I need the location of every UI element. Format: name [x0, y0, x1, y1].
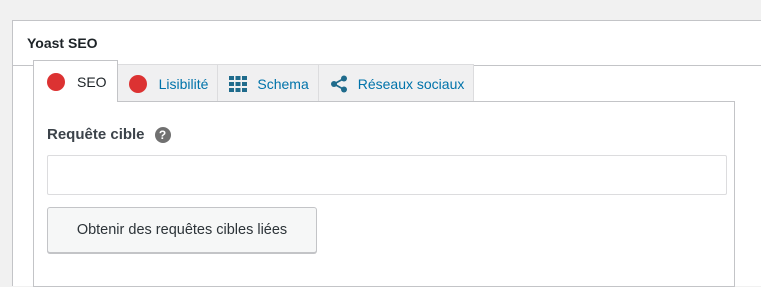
- metabox-title: Yoast SEO: [27, 35, 98, 51]
- focus-keyphrase-label: Requête cible: [47, 126, 145, 143]
- tab-seo[interactable]: SEO: [33, 60, 118, 102]
- tab-social-label: Réseaux sociaux: [357, 75, 465, 92]
- tab-schema-label: Schema: [257, 75, 309, 92]
- tab-seo-label: SEO: [77, 73, 107, 90]
- tab-readability-label: Lisibilité: [158, 75, 209, 92]
- seo-tab-panel: Requête cible ? Obtenir des requêtes cib…: [33, 101, 735, 287]
- question-mark-icon[interactable]: ?: [154, 126, 171, 143]
- red-dot-icon: [128, 74, 147, 93]
- red-dot-icon: [47, 72, 65, 91]
- focus-keyphrase-label-row: Requête cible ?: [47, 126, 171, 143]
- get-related-keyphrases-button[interactable]: Obtenir des requêtes cibles liées: [47, 207, 317, 253]
- focus-keyphrase-input[interactable]: [47, 155, 727, 195]
- grid-icon: [229, 75, 248, 92]
- metabox-tabs: SEO Lisibilité Schema Réseaux sociaux: [33, 60, 475, 102]
- share-icon: [330, 75, 348, 93]
- tab-social[interactable]: Réseaux sociaux: [317, 64, 475, 102]
- tab-schema[interactable]: Schema: [217, 64, 319, 102]
- tab-readability[interactable]: Lisibilité: [116, 64, 219, 102]
